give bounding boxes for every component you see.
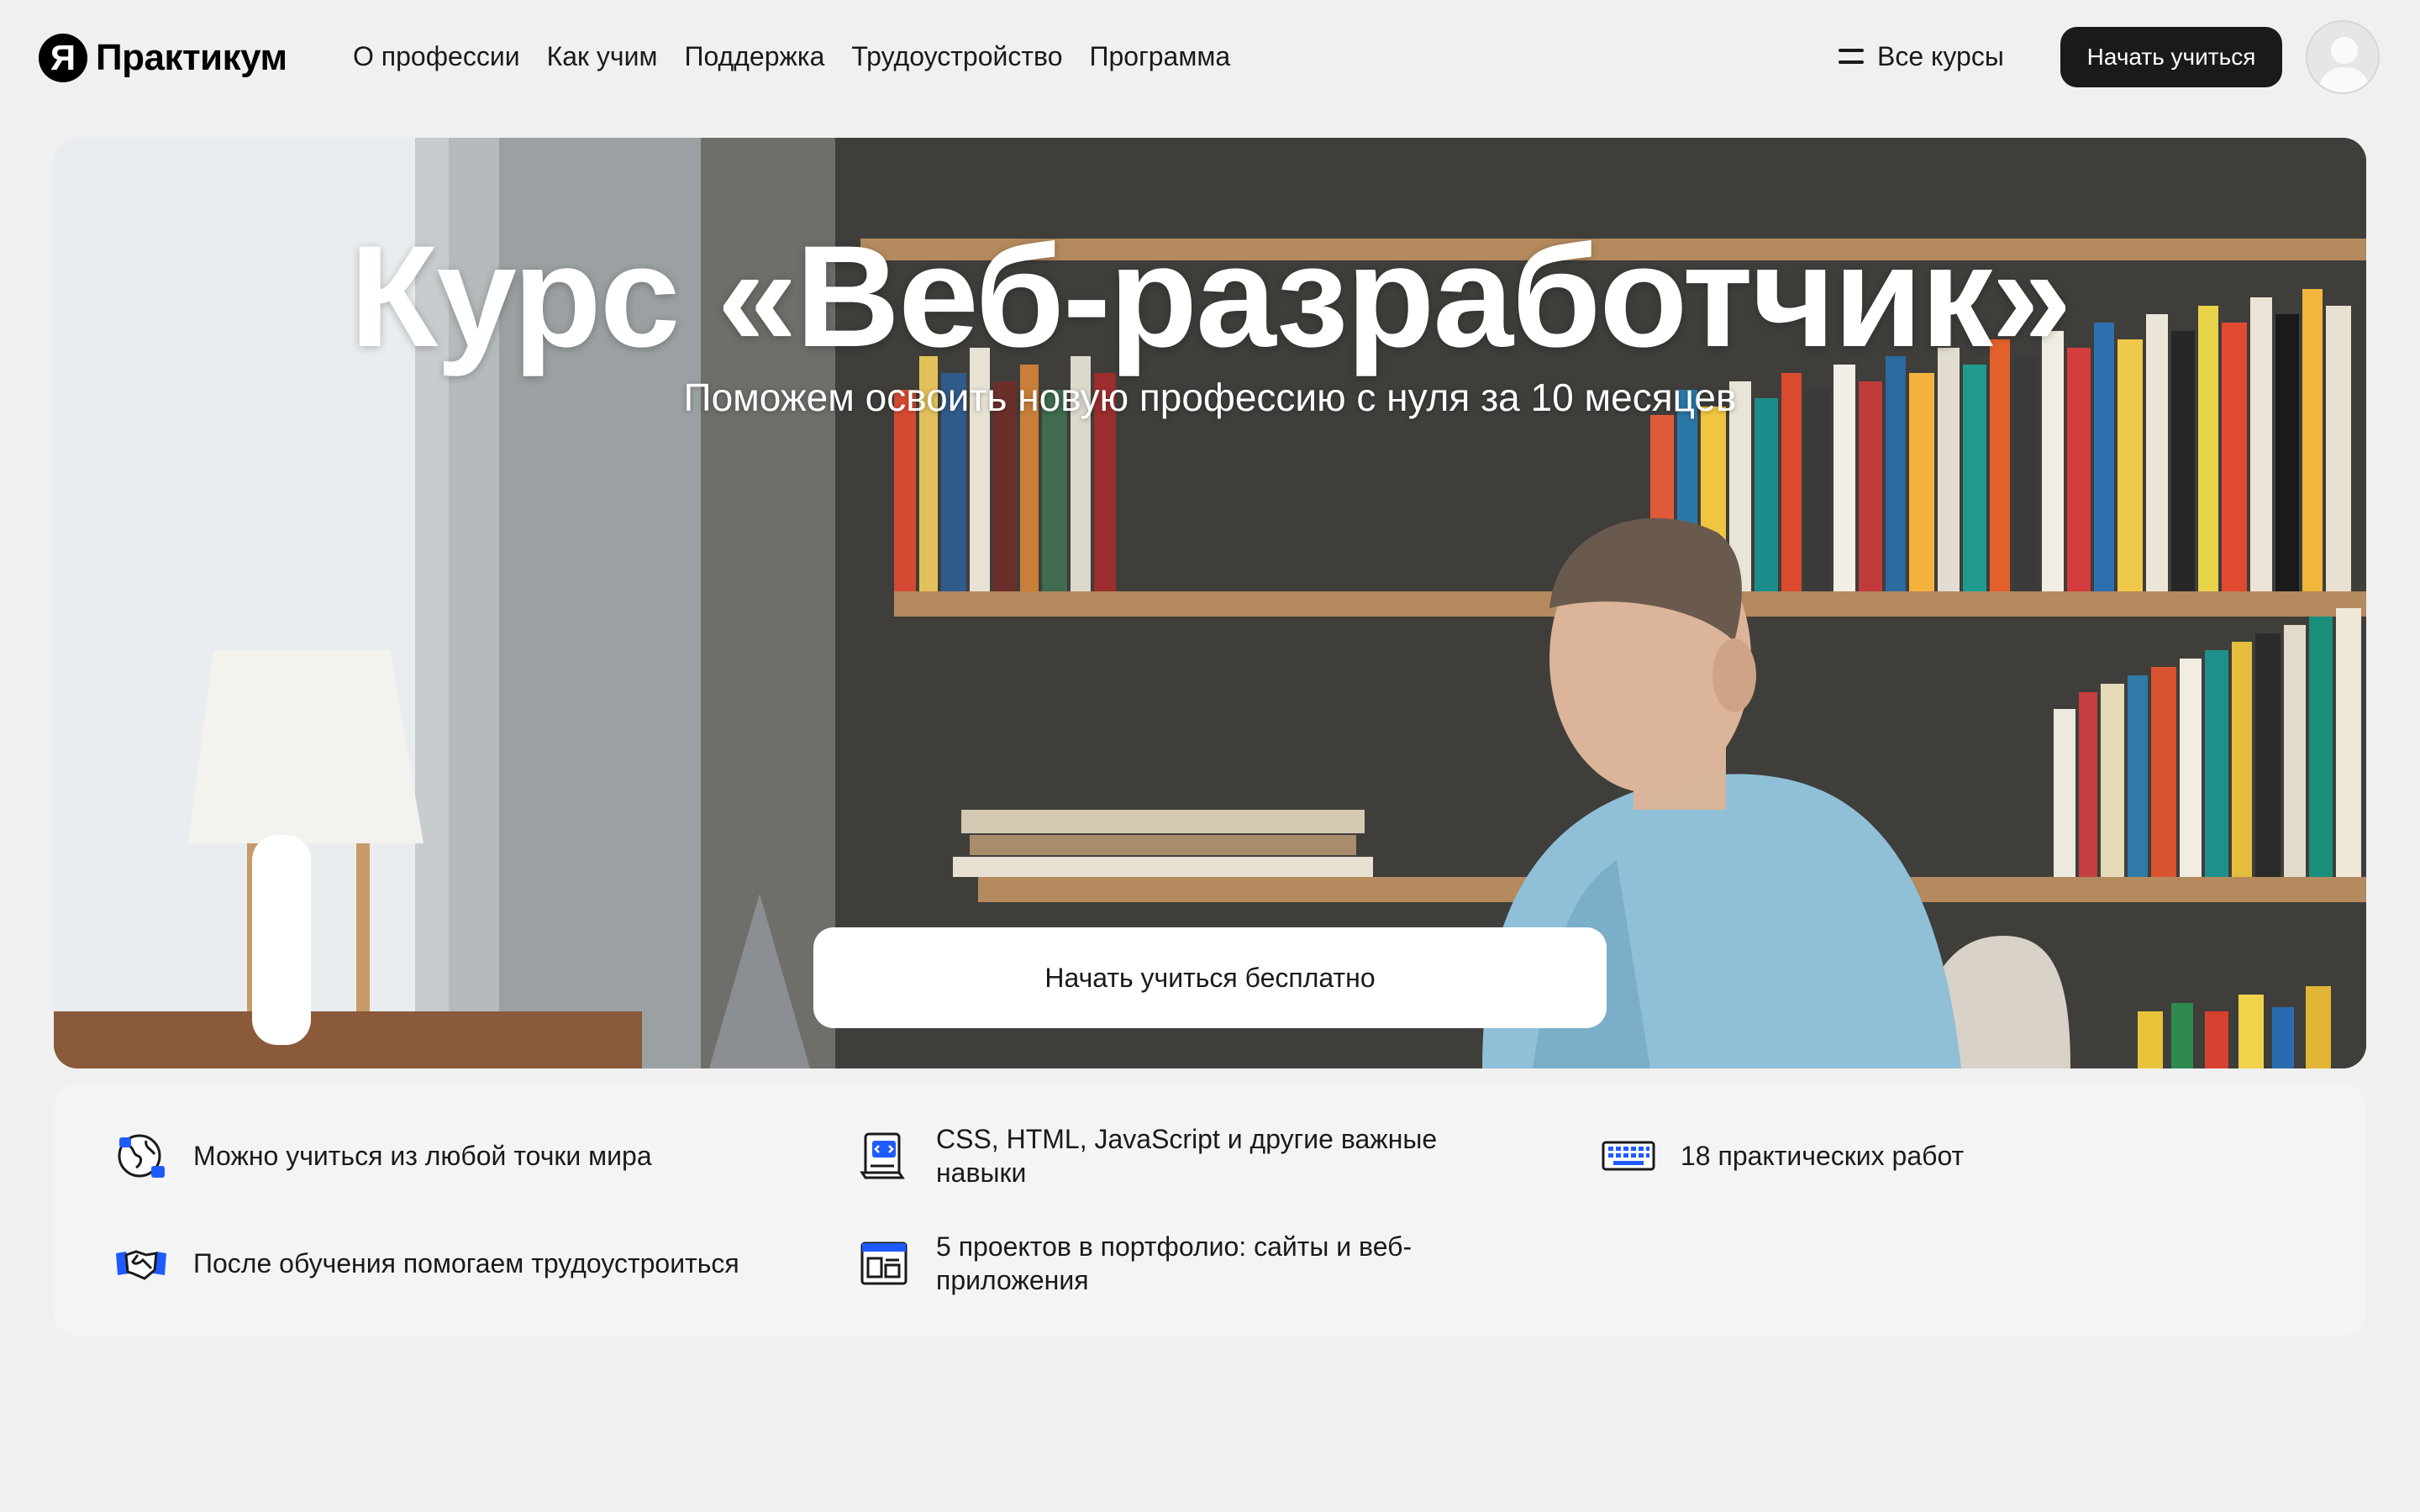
all-courses-label: Все курсы <box>1877 40 2004 71</box>
keyboard-icon <box>1602 1141 1655 1171</box>
handshake-icon <box>116 1250 166 1280</box>
feature-item: CSS, HTML, JavaScript и другие важные на… <box>857 1121 1529 1191</box>
code-document-icon <box>860 1132 905 1179</box>
all-courses-button[interactable]: Все курсы <box>1839 37 2004 76</box>
user-avatar-icon <box>2307 22 2378 92</box>
nav-item-employment[interactable]: Трудоустройство <box>851 41 1062 72</box>
nav-item-how-we-teach[interactable]: Как учим <box>547 41 658 72</box>
start-learning-button[interactable]: Начать учиться <box>2060 27 2282 87</box>
feature-text: CSS, HTML, JavaScript и другие важные на… <box>936 1124 1438 1188</box>
feature-text: 5 проектов в портфолио: сайты и веб-прил… <box>936 1231 1413 1295</box>
feature-item: 18 практических работ <box>1602 1129 2274 1183</box>
yandex-logo-icon: Я <box>39 34 87 82</box>
feature-text: Можно учиться из любой точки мира <box>193 1141 652 1171</box>
logo-link[interactable]: Я Практикум <box>39 34 287 82</box>
start-free-button[interactable]: Начать учиться бесплатно <box>813 927 1607 1028</box>
globe-icon <box>118 1134 165 1178</box>
features-panel: Можно учиться из любой точки мира CSS, H… <box>54 1084 2366 1336</box>
hero-title: Курс «Веб-разработчик» <box>350 216 2071 377</box>
nav-item-profession[interactable]: О профессии <box>353 41 520 72</box>
nav-item-program[interactable]: Программа <box>1089 41 1230 72</box>
feature-text: После обучения помогаем трудоустроиться <box>193 1248 739 1278</box>
menu-icon <box>1839 49 1864 64</box>
logo-text: Практикум <box>96 37 287 78</box>
main-nav: О профессии Как учим Поддержка Трудоустр… <box>353 37 1230 76</box>
nav-item-support[interactable]: Поддержка <box>684 41 824 72</box>
feature-item: 5 проектов в портфолио: сайты и веб-прил… <box>857 1228 1529 1299</box>
browser-window-icon <box>860 1242 908 1285</box>
hero-subtitle: Поможем освоить новую профессию с нуля з… <box>683 375 1737 419</box>
site-header: Я Практикум О профессии Как учим Поддерж… <box>0 0 2420 113</box>
feature-item: После обучения помогаем трудоустроиться <box>114 1236 871 1290</box>
feature-text: 18 практических работ <box>1681 1141 1965 1171</box>
hero-banner: Курс «Веб-разработчик» Поможем освоить н… <box>54 138 2366 1068</box>
feature-item: Можно учиться из любой точки мира <box>114 1129 786 1183</box>
avatar[interactable] <box>2306 20 2380 94</box>
